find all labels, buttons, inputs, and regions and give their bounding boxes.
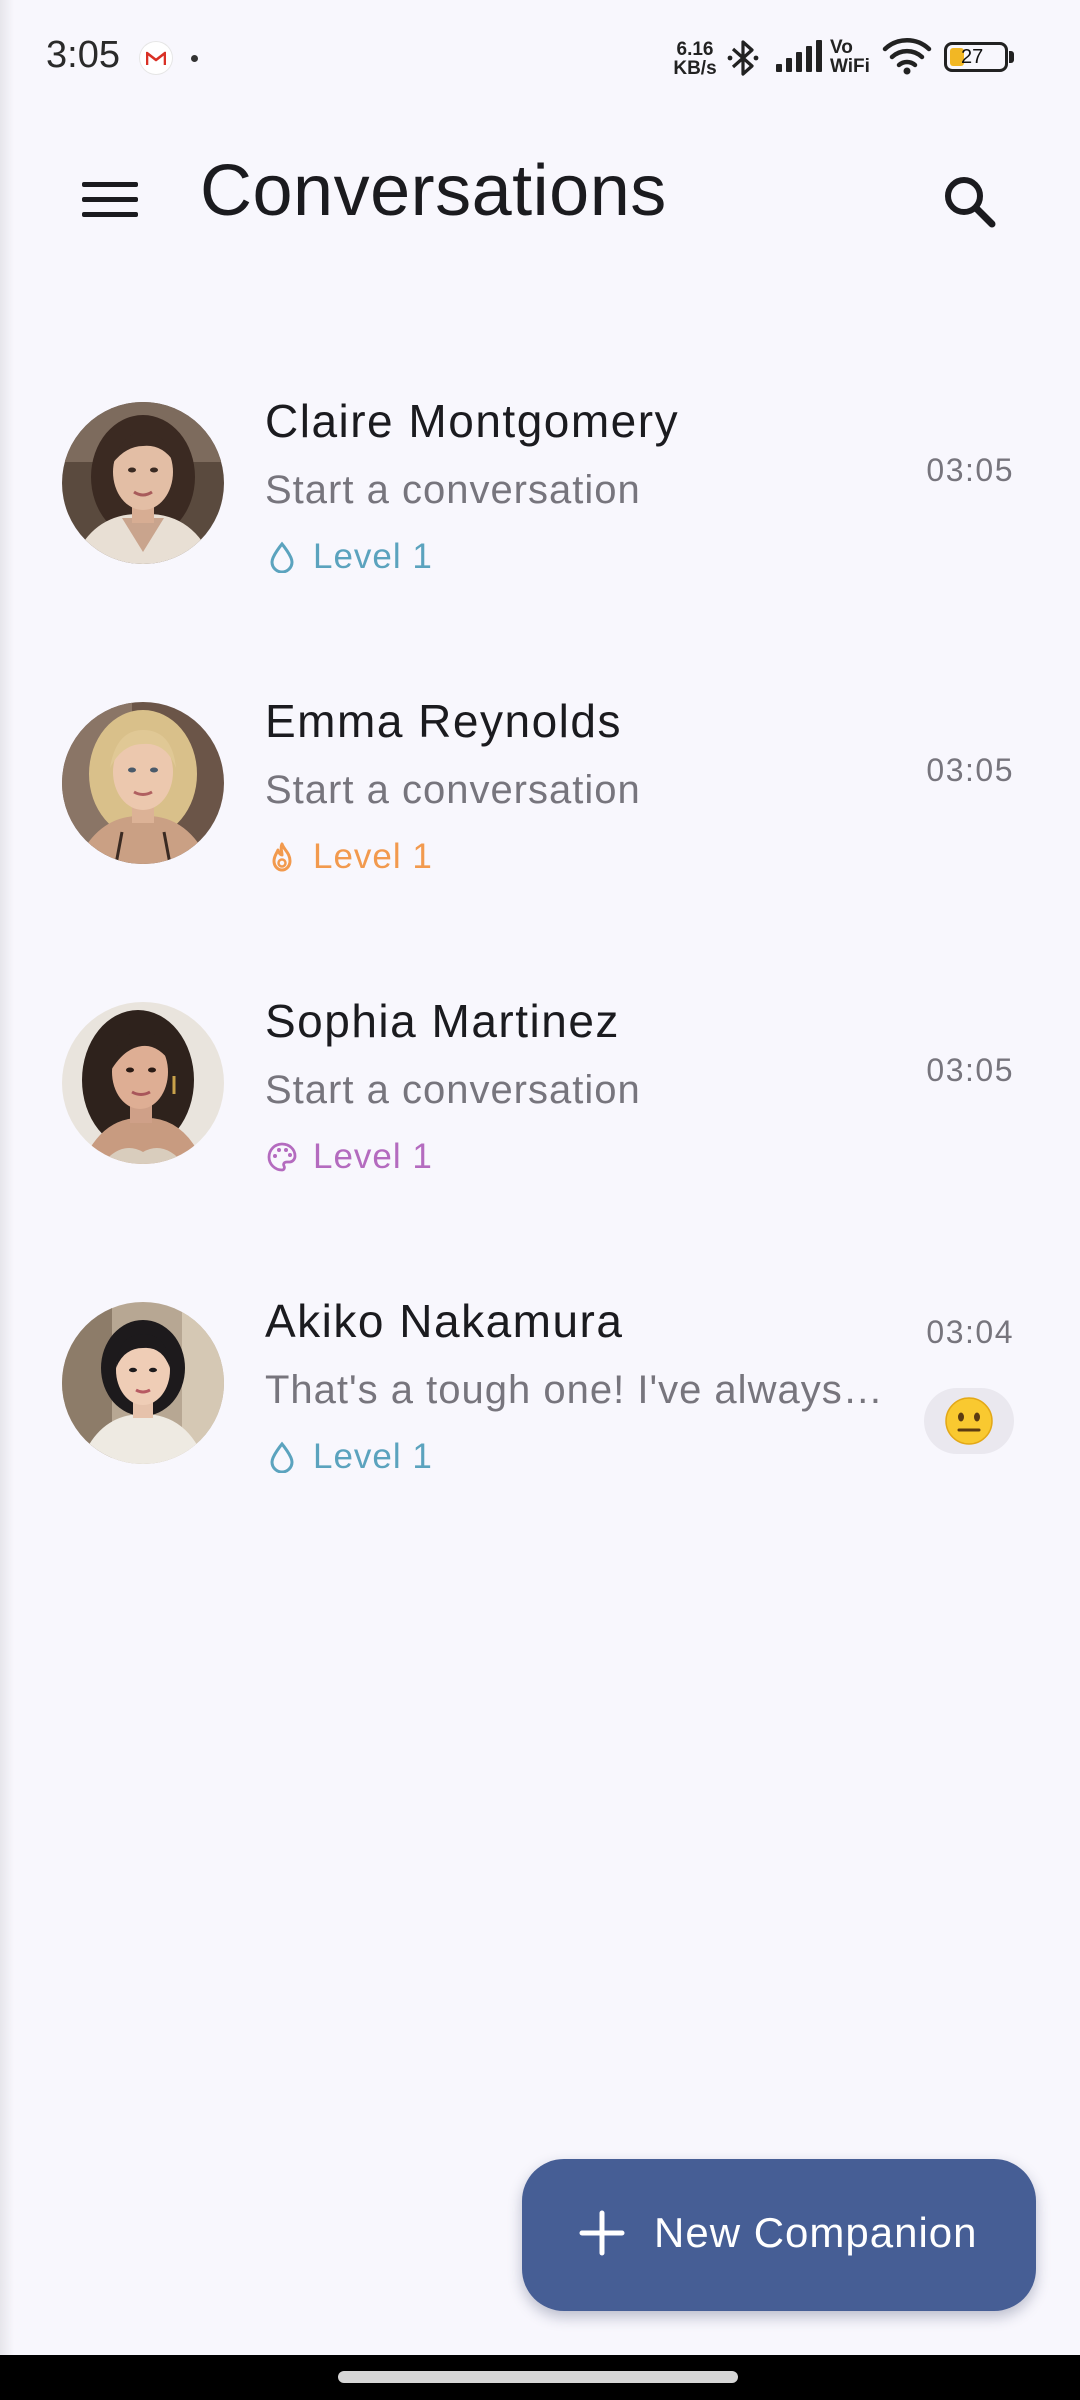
conversations-screen: 3:05 6.16 KB/s Vo WiFi 27 Conversations … bbox=[0, 0, 1080, 2400]
battery-level: 27 bbox=[961, 46, 984, 68]
network-speed: 6.16 KB/s bbox=[670, 40, 720, 78]
message-preview: Start a conversation bbox=[265, 1068, 641, 1112]
hamburger-menu-icon-line bbox=[82, 197, 138, 202]
level-label: Level 1 bbox=[313, 1437, 433, 1476]
message-time: 03:05 bbox=[926, 1052, 1014, 1088]
level-badge: Level 1 bbox=[265, 1432, 433, 1482]
wifi-icon bbox=[882, 38, 932, 75]
level-label: Level 1 bbox=[313, 537, 433, 576]
message-time: 03:05 bbox=[926, 752, 1014, 788]
conversation-item-sophia-martinez[interactable]: Sophia Martinez Start a conversation Lev… bbox=[0, 980, 1080, 1280]
conversation-item-akiko-nakamura[interactable]: Akiko Nakamura That's a tough one! I've … bbox=[0, 1280, 1080, 1580]
conversation-item-claire-montgomery[interactable]: Claire Montgomery Start a conversation L… bbox=[0, 380, 1080, 680]
status-bar: 3:05 6.16 KB/s Vo WiFi 27 bbox=[0, 0, 1080, 118]
contact-name: Akiko Nakamura bbox=[265, 1295, 624, 1347]
level-badge: Level 1 bbox=[265, 832, 433, 882]
neutral-face-emoji-icon bbox=[945, 1397, 993, 1445]
water-drop-icon bbox=[265, 540, 299, 574]
message-preview: Start a conversation bbox=[265, 768, 641, 812]
mood-chip bbox=[924, 1388, 1014, 1454]
conversation-list: Claire Montgomery Start a conversation L… bbox=[0, 380, 1080, 1580]
contact-name: Sophia Martinez bbox=[265, 995, 620, 1047]
level-label: Level 1 bbox=[313, 837, 433, 876]
page-title: Conversations bbox=[200, 151, 667, 231]
palette-icon bbox=[265, 1140, 299, 1174]
status-time: 3:05 bbox=[46, 34, 120, 76]
avatar[interactable] bbox=[62, 1302, 224, 1464]
new-companion-label: New Companion bbox=[654, 2209, 978, 2256]
network-speed-value: 6.16 bbox=[676, 39, 714, 60]
more-notifications-dot bbox=[191, 55, 198, 62]
vowifi-vo-label: Vo bbox=[830, 37, 853, 58]
network-speed-unit: KB/s bbox=[673, 58, 717, 79]
battery-icon: 27 bbox=[944, 42, 1008, 72]
avatar[interactable] bbox=[62, 402, 224, 564]
app-bar: Conversations bbox=[0, 118, 1080, 268]
level-badge: Level 1 bbox=[265, 1132, 433, 1182]
gmail-notification-icon bbox=[140, 42, 172, 74]
cellular-signal-icon bbox=[776, 40, 822, 72]
vowifi-indicator: Vo WiFi bbox=[830, 38, 870, 76]
message-time: 03:05 bbox=[926, 452, 1014, 488]
new-companion-button[interactable]: New Companion bbox=[522, 2159, 1036, 2311]
hamburger-menu-icon bbox=[82, 182, 138, 187]
level-label: Level 1 bbox=[313, 1137, 433, 1176]
contact-name: Emma Reynolds bbox=[265, 695, 622, 747]
battery-tip bbox=[1009, 51, 1014, 63]
water-drop-icon bbox=[265, 1440, 299, 1474]
plus-icon bbox=[579, 2210, 625, 2256]
contact-name: Claire Montgomery bbox=[265, 395, 680, 447]
avatar[interactable] bbox=[62, 1002, 224, 1164]
level-badge: Level 1 bbox=[265, 532, 433, 582]
search-button[interactable] bbox=[924, 156, 1014, 246]
hamburger-menu-icon-line bbox=[82, 212, 138, 217]
menu-button[interactable] bbox=[64, 154, 154, 244]
search-icon bbox=[945, 177, 996, 228]
system-navigation-bar bbox=[0, 2355, 1080, 2400]
message-time: 03:04 bbox=[926, 1314, 1014, 1350]
message-preview: Start a conversation bbox=[265, 468, 641, 512]
bluetooth-icon bbox=[727, 40, 759, 76]
conversation-item-emma-reynolds[interactable]: Emma Reynolds Start a conversation Level… bbox=[0, 680, 1080, 980]
flame-icon bbox=[265, 840, 299, 874]
vowifi-wifi-label: WiFi bbox=[830, 56, 870, 77]
message-preview: That's a tough one! I've always been fas… bbox=[265, 1368, 885, 1412]
avatar[interactable] bbox=[62, 702, 224, 864]
home-gesture-handle[interactable] bbox=[338, 2371, 738, 2383]
